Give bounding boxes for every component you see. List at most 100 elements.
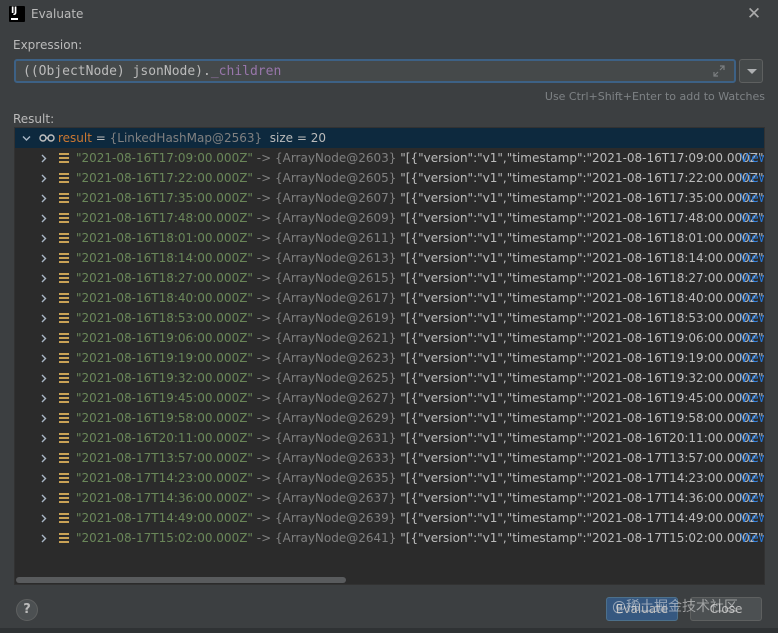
chevron-down-icon[interactable] [22, 134, 31, 142]
horizontal-scrollbar[interactable] [15, 576, 764, 584]
row-ref: {ArrayNode@2619} [274, 311, 397, 325]
chevron-right-icon[interactable] [40, 274, 48, 283]
result-eq: = [91, 131, 110, 145]
row-value: "[{"version":"v1","timestamp":"2021-08-1… [400, 211, 765, 225]
table-row[interactable]: "2021-08-16T19:06:00.000Z" -> {ArrayNode… [15, 328, 764, 348]
row-value: "[{"version":"v1","timestamp":"2021-08-1… [400, 311, 765, 325]
table-row[interactable]: "2021-08-16T18:01:00.000Z" -> {ArrayNode… [15, 228, 764, 248]
result-root-row[interactable]: result = {LinkedHashMap@2563} size = 20 [15, 128, 764, 148]
chevron-right-icon[interactable] [40, 234, 48, 243]
chevron-right-icon[interactable] [40, 214, 48, 223]
row-key: "2021-08-16T18:27:00.000Z" [76, 271, 253, 285]
chevron-right-icon[interactable] [40, 254, 48, 263]
table-row[interactable]: "2021-08-17T14:49:00.000Z" -> {ArrayNode… [15, 508, 764, 528]
row-value: "[{"version":"v1","timestamp":"2021-08-1… [400, 191, 765, 205]
chevron-right-icon[interactable] [40, 154, 48, 163]
table-row[interactable]: "2021-08-16T19:32:00.000Z" -> {ArrayNode… [15, 368, 764, 388]
table-row[interactable]: "2021-08-16T19:45:00.000Z" -> {ArrayNode… [15, 388, 764, 408]
table-row[interactable]: "2021-08-16T18:27:00.000Z" -> {ArrayNode… [15, 268, 765, 288]
view-link[interactable]: View [740, 391, 764, 405]
chevron-right-icon[interactable] [40, 534, 48, 543]
field-icon [59, 493, 69, 503]
scrollbar-thumb[interactable] [16, 577, 346, 583]
row-value: "[{"version":"v1","timestamp":"2021-08-1… [400, 351, 765, 365]
view-link[interactable]: View [740, 171, 764, 185]
row-ref: {ArrayNode@2623} [274, 351, 397, 365]
view-link[interactable]: View [740, 251, 764, 265]
chevron-right-icon[interactable] [40, 354, 48, 363]
chevron-right-icon[interactable] [40, 434, 48, 443]
table-row[interactable]: "2021-08-16T18:14:00.000Z" -> {ArrayNode… [15, 248, 765, 268]
row-key: "2021-08-16T18:53:00.000Z" [76, 311, 253, 325]
view-link[interactable]: View [740, 231, 764, 245]
view-link[interactable]: View [740, 331, 764, 345]
view-link[interactable]: View [740, 511, 764, 525]
view-link[interactable]: View [740, 371, 764, 385]
result-tree[interactable]: result = {LinkedHashMap@2563} size = 20 … [14, 127, 765, 585]
table-row[interactable]: "2021-08-16T17:48:00.000Z" -> {ArrayNode… [15, 208, 765, 228]
view-link[interactable]: View [740, 431, 764, 445]
chevron-right-icon[interactable] [40, 394, 48, 403]
table-row[interactable]: "2021-08-16T18:53:00.000Z" -> {ArrayNode… [15, 308, 765, 328]
expression-input[interactable]: ((ObjectNode) jsonNode)._children [14, 59, 736, 83]
chevron-right-icon[interactable] [40, 474, 48, 483]
title-bar: IJ Evaluate ✕ [0, 0, 778, 30]
row-text: "2021-08-17T13:57:00.000Z" -> {ArrayNode… [76, 451, 764, 465]
result-root-text: result = {LinkedHashMap@2563} size = 20 [58, 131, 326, 145]
view-link[interactable]: View [740, 211, 764, 225]
view-link[interactable]: View [740, 271, 764, 285]
view-link[interactable]: View [740, 451, 764, 465]
expression-history-dropdown[interactable] [739, 59, 763, 83]
view-link[interactable]: View [740, 191, 764, 205]
row-text: "2021-08-16T19:06:00.000Z" -> {ArrayNode… [76, 331, 764, 345]
view-link[interactable]: View [740, 351, 764, 365]
chevron-right-icon[interactable] [40, 494, 48, 503]
field-icon [59, 293, 69, 303]
row-ref: {ArrayNode@2621} [274, 331, 397, 345]
table-row[interactable]: "2021-08-17T14:23:00.000Z" -> {ArrayNode… [15, 468, 764, 488]
table-row[interactable]: "2021-08-16T18:40:00.000Z" -> {ArrayNode… [15, 288, 765, 308]
table-row[interactable]: "2021-08-17T13:57:00.000Z" -> {ArrayNode… [15, 448, 764, 468]
row-value: "[{"version":"v1","timestamp":"2021-08-1… [400, 251, 765, 265]
expand-icon[interactable] [712, 64, 726, 78]
view-link[interactable]: View [740, 291, 764, 305]
view-link[interactable]: View [740, 491, 764, 505]
row-value: "[{"version":"v1","timestamp":"2021-08-1… [400, 291, 765, 305]
chevron-right-icon[interactable] [40, 414, 48, 423]
view-link[interactable]: View [740, 151, 764, 165]
table-row[interactable]: "2021-08-16T17:22:00.000Z" -> {ArrayNode… [15, 168, 764, 188]
view-link[interactable]: View [740, 411, 764, 425]
chevron-right-icon[interactable] [40, 174, 48, 183]
row-key: "2021-08-16T19:45:00.000Z" [76, 391, 253, 405]
close-icon[interactable]: ✕ [745, 5, 763, 23]
chevron-right-icon[interactable] [40, 374, 48, 383]
row-value: "[{"version":"v1","timestamp":"2021-08-1… [400, 491, 765, 505]
chevron-right-icon[interactable] [40, 334, 48, 343]
table-row[interactable]: "2021-08-17T14:36:00.000Z" -> {ArrayNode… [15, 488, 765, 508]
expression-text[interactable]: ((ObjectNode) jsonNode)._children [23, 64, 281, 79]
result-var-name: result [58, 131, 92, 145]
chevron-right-icon[interactable] [40, 454, 48, 463]
row-value: "[{"version":"v1","timestamp":"2021-08-1… [400, 271, 765, 285]
chevron-right-icon[interactable] [40, 294, 48, 303]
row-ref: {ArrayNode@2633} [274, 451, 397, 465]
table-row[interactable]: "2021-08-16T20:11:00.000Z" -> {ArrayNode… [15, 428, 764, 448]
table-row[interactable]: "2021-08-16T19:19:00.000Z" -> {ArrayNode… [15, 348, 765, 368]
help-button[interactable]: ? [16, 599, 38, 621]
chevron-right-icon[interactable] [40, 514, 48, 523]
table-row[interactable]: "2021-08-16T17:09:00.000Z" -> {ArrayNode… [15, 148, 764, 168]
row-value: "[{"version":"v1","timestamp":"2021-08-1… [400, 411, 765, 425]
app-icon-text: IJ [11, 6, 17, 16]
row-ref: {ArrayNode@2611} [274, 231, 397, 245]
table-row[interactable]: "2021-08-16T19:58:00.000Z" -> {ArrayNode… [15, 408, 765, 428]
field-icon [59, 273, 69, 283]
row-key: "2021-08-16T17:35:00.000Z" [76, 191, 253, 205]
field-icon [59, 333, 69, 343]
chevron-right-icon[interactable] [40, 314, 48, 323]
view-link[interactable]: View [740, 311, 764, 325]
chevron-right-icon[interactable] [40, 194, 48, 203]
view-link[interactable]: View [740, 531, 764, 545]
view-link[interactable]: View [740, 471, 764, 485]
table-row[interactable]: "2021-08-16T17:35:00.000Z" -> {ArrayNode… [15, 188, 765, 208]
table-row[interactable]: "2021-08-17T15:02:00.000Z" -> {ArrayNode… [15, 528, 764, 548]
